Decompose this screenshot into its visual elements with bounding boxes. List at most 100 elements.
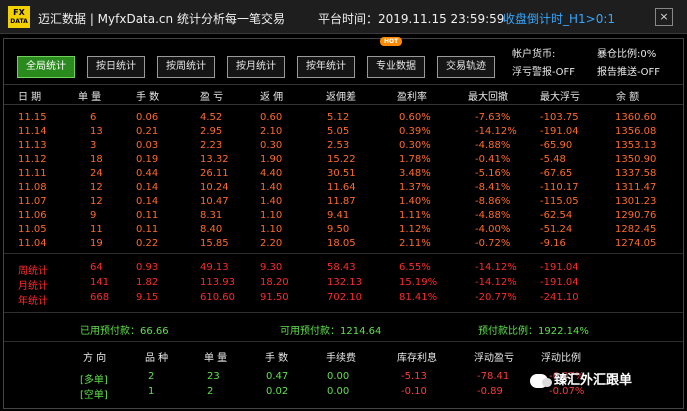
table-cell: -4.00% (475, 224, 511, 235)
table-cell: 1.40 (260, 196, 283, 207)
summary-divider (4, 253, 683, 254)
tab-trade-trace[interactable]: 交易轨迹 (437, 56, 495, 78)
tab-global-stats[interactable]: 全局统计 (17, 56, 75, 78)
tab-monthly-stats[interactable]: 按月统计 (227, 56, 285, 78)
watermark: 臻汇外汇跟单 (530, 369, 632, 393)
table-cell: 26.11 (200, 168, 229, 179)
account-currency: 帐户货币: (512, 49, 556, 60)
fx-data-logo: FX DATA (8, 6, 30, 28)
table-cell: -62.54 (540, 210, 573, 221)
position-cell: 0.00 (327, 386, 350, 397)
summary-cell: -20.77% (475, 292, 517, 303)
table-cell: 4.40 (260, 168, 283, 179)
positions-col-header: 品 种 (145, 353, 169, 364)
position-cell: -5.13 (401, 371, 427, 382)
positions-divider (4, 341, 683, 342)
table-cell: -103.75 (540, 112, 579, 123)
table-cell: -5.48 (540, 154, 566, 165)
table-cell: 0.21 (136, 126, 159, 137)
positions-col-header: 手续费 (326, 353, 356, 364)
row-date: 11.07 (18, 196, 47, 207)
summary-label: 月统计 (18, 281, 48, 292)
table-cell: 0.60 (260, 112, 283, 123)
summary-cell: -191.04 (540, 277, 579, 288)
prepay-divider (4, 312, 683, 313)
table-cell: 0.03 (136, 140, 159, 151)
position-direction: [多单] (80, 375, 108, 386)
table-cell: 8.40 (200, 224, 223, 235)
close-button[interactable]: × (655, 8, 673, 26)
tab-yearly-stats[interactable]: 按年统计 (297, 56, 355, 78)
table-cell: 0.60% (399, 112, 431, 123)
position-cell: -0.89 (477, 386, 503, 397)
row-date: 11.08 (18, 182, 47, 193)
table-cell: 3 (90, 140, 97, 151)
positions-col-header: 浮动比例 (541, 353, 581, 364)
table-cell: -191.04 (540, 126, 579, 137)
table-header: 日 期 单 量 手 数 盈 亏 返 佣 返佣差 盈利率 最大回撤 最大浮亏 余 … (4, 84, 683, 105)
col-max-drawdown: 最大回撤 (468, 92, 508, 103)
table-cell: -7.63% (475, 112, 511, 123)
table-cell: 1.11% (399, 210, 431, 221)
table-cell: 0.14 (136, 196, 159, 207)
tab-weekly-stats[interactable]: 按周统计 (157, 56, 215, 78)
table-cell: 13 (90, 126, 103, 137)
table-cell: 1353.13 (615, 140, 657, 151)
positions-col-header: 浮动盈亏 (474, 353, 514, 364)
loss-alert-toggle[interactable]: 浮亏警报-OFF (512, 63, 575, 78)
report-push-toggle[interactable]: 报告推送-OFF (597, 63, 660, 78)
table-cell: 1.40% (399, 196, 431, 207)
table-cell: 0.11 (136, 210, 159, 221)
col-rebate: 返 佣 (260, 92, 284, 103)
table-cell: 11.87 (327, 196, 356, 207)
table-cell: 1.10 (260, 210, 283, 221)
col-orders: 单 量 (78, 92, 102, 103)
position-cell: -78.41 (477, 371, 510, 382)
summary-cell: 9.30 (260, 262, 283, 273)
summary-cell: 0.93 (136, 262, 159, 273)
app-title: 迈汇数据 | MyfxData.cn 统计分析每一笔交易 (38, 12, 285, 26)
table-cell: 18 (90, 154, 103, 165)
table-cell: 3.48% (399, 168, 431, 179)
platform-time: 平台时间：2019.11.15 23:59:59 (318, 12, 505, 26)
table-cell: -0.72% (475, 238, 511, 249)
table-cell: 1337.58 (615, 168, 657, 179)
table-cell: 10.47 (200, 196, 229, 207)
summary-cell: 81.41% (399, 292, 438, 303)
summary-cell: -14.12% (475, 262, 517, 273)
summary-cell: 610.60 (200, 292, 235, 303)
table-cell: 1.78% (399, 154, 431, 165)
table-cell: 1311.47 (615, 182, 657, 193)
table-cell: 2.53 (327, 140, 350, 151)
table-cell: 1.10 (260, 224, 283, 235)
table-cell: 5.12 (327, 112, 350, 123)
table-cell: 1290.76 (615, 210, 657, 221)
table-cell: 5.05 (327, 126, 350, 137)
table-cell: 11.64 (327, 182, 356, 193)
summary-cell: 18.20 (260, 277, 289, 288)
row-date: 11.06 (18, 210, 47, 221)
positions-col-header: 方 向 (83, 353, 107, 364)
table-cell: 15.22 (327, 154, 356, 165)
table-cell: 10.24 (200, 182, 229, 193)
table-cell: -67.65 (540, 168, 573, 179)
tab-pro-data[interactable]: 专业数据 (367, 56, 425, 78)
position-cell: 0.02 (266, 386, 289, 397)
table-cell: -8.86% (475, 196, 511, 207)
table-cell: 9 (90, 210, 97, 221)
table-cell: 1350.90 (615, 154, 657, 165)
table-cell: 0.39% (399, 126, 431, 137)
summary-cell: 6.55% (399, 262, 431, 273)
table-cell: 12 (90, 196, 103, 207)
table-cell: -14.12% (475, 126, 517, 137)
col-rebate-diff: 返佣差 (326, 92, 356, 103)
col-balance: 余 额 (616, 92, 640, 103)
row-date: 11.14 (18, 126, 47, 137)
tab-daily-stats[interactable]: 按日统计 (87, 56, 145, 78)
prepay-ratio: 预付款比例：1922.14% (478, 326, 589, 337)
position-cell: 23 (207, 371, 220, 382)
table-cell: -4.88% (475, 210, 511, 221)
summary-cell: -14.12% (475, 277, 517, 288)
summary-cell: 1.82 (136, 277, 159, 288)
col-max-floating-loss: 最大浮亏 (540, 92, 580, 103)
